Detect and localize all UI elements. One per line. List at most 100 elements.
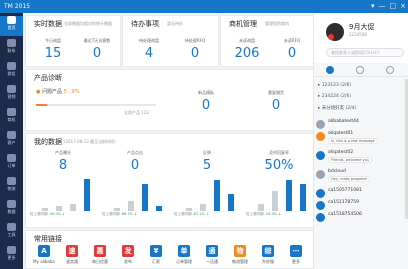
quick-link-label: 物流管理 [232,259,248,264]
sidebar-item-logistics[interactable]: 物流 [0,177,23,197]
mini-chart-bar [42,207,48,211]
sidebar-item-customers[interactable]: 客户 [0,131,23,151]
mini-chart-bar [156,205,162,211]
quick-link[interactable]: A My alibaba [32,245,56,264]
dashboard-main: 实时数据 全部数据均相对的统计数据 今日询盘 15 最近7天访客数 0 待办事项 暂… [24,14,314,269]
contact-name: ca1505771081 [328,188,362,193]
quick-link-label: 订单管理 [176,259,192,264]
problem-products-percent: 9% [71,89,80,95]
contact-item[interactable]: aliqatest02 Friends, welcome you [316,150,404,166]
metric-value: 0 [130,158,140,173]
kpi-new-template[interactable]: 新品模板 0 [176,90,236,113]
sidebar-item-tools[interactable]: 工具 [0,223,23,243]
problem-products-row[interactable]: ● 问题产品 5 , 9% [36,88,79,95]
contact-name: alibabatest44 [328,119,359,124]
close-icon[interactable]: × [400,0,406,13]
sidebar-item-label: 商机 [7,117,16,122]
trend-down-icon: ↓ [134,212,138,216]
metric-label: 产品曝光 [55,150,71,155]
quick-link-label: 一达通 [206,259,218,264]
sidebar-item-groups[interactable]: 群组 [0,62,23,82]
quick-link[interactable]: 单订单管理 [172,245,196,265]
contact-name: bdcloud [328,169,346,174]
kpi-today-inquiries[interactable]: 今日询盘 15 [34,38,72,61]
comparison-label: 较上周同期 [102,212,120,216]
contact-item[interactable]: bdcloud Hey, make progress! [316,169,404,185]
tab-contacts[interactable] [326,66,334,74]
last-message: Hey, make progress! [328,176,371,182]
metric-label: 反馈 [203,150,211,155]
contact-item[interactable]: ca1518754506 [316,212,404,228]
comparison-percent: -14.3% [264,212,278,216]
sidebar-item-more[interactable]: 更多 [0,246,23,266]
minimize-icon[interactable]: — [379,0,386,13]
kpi-pending-inquiries[interactable]: 待处理询盘 4 [127,38,171,61]
card-title: 我的数据 [34,138,62,146]
kpi-7day-visitors[interactable]: 最近7天访客数 0 [74,38,120,61]
my-data-column[interactable]: 产品点击 0 较上周同期 -66.7% ↓ [100,150,170,236]
avatar [316,201,325,210]
group-icon [7,62,16,70]
sidebar-item-business[interactable]: 商机 [0,108,23,128]
contact-search-input[interactable]: 查找联系人或群组(Ctrl+F) [326,48,404,57]
tab-groups[interactable] [356,66,364,74]
quick-link-icon: ¥ [150,245,162,257]
quick-link-label: My alibaba [33,259,55,264]
quick-link[interactable]: ¥ 汇款 [144,245,168,265]
quick-link-icon: 物 [234,245,246,257]
quick-link-icon: 发 [122,245,134,257]
contact-item[interactable]: aliqatest01 hi, this is a test message [316,131,404,147]
sidebar-item-label: 联系 [7,48,16,53]
my-data-column[interactable]: 及时回复率 50% 较上周同期 -14.3% ↓ [244,150,314,236]
quick-link[interactable]: 速速卖通 [60,245,84,265]
sidebar-item-marketing[interactable]: 营销 [0,85,23,105]
my-data-column[interactable]: 产品曝光 8 较上周同期 -50.0% ↓ [28,150,98,236]
menu-dropdown-icon[interactable]: ▾ [371,0,375,13]
sidebar-item-contacts[interactable]: 联系 [0,39,23,59]
sidebar-item-data[interactable]: 数据 [0,200,23,220]
card-subtitle: 全部数据均相对的统计数据 [64,21,112,26]
contact-name: aliqatest02 [328,150,354,155]
sidebar-item-home[interactable]: 首页 [0,16,23,36]
logistics-icon [7,177,16,185]
kpi-unread-rfq[interactable]: 未读RFQ 0 [271,38,313,61]
quick-link-label: 发布 [124,259,132,264]
sidebar-item-label: 订单 [7,163,16,168]
quick-link[interactable]: 通一达通 [200,245,224,265]
kpi-label: 最近7天访客数 [83,38,111,43]
quick-link[interactable]: ⋯ 更多 [284,245,308,265]
kpi-duplicate-listing[interactable]: 重复铺货 0 [246,90,306,113]
status-dot-icon [328,34,334,40]
card-title: 实时数据 [34,20,62,28]
sidebar-item-label: 工具 [7,232,16,237]
last-message: Friends, welcome you [328,157,372,163]
maximize-icon[interactable]: □ [390,0,397,13]
card-subtitle: 管理您的商机 [265,21,289,26]
comparison-label: 较上周同期 [30,212,48,216]
contact-group[interactable]: ▸ 234224 (2/6) [318,94,351,99]
my-data-column[interactable]: 反馈 5 较上周同期 -87.2% ↓ [172,150,242,236]
sidebar-item-orders[interactable]: 订单 [0,154,23,174]
contact-group[interactable]: ▸ 123123 (2/6) [318,83,351,88]
problem-products-label: 问题产品 [41,89,62,95]
kpi-value: 0 [287,46,297,61]
mini-chart-bar [84,178,90,211]
quick-link[interactable]: 物物流管理 [228,245,252,265]
avatar [316,120,325,129]
kpi-value: 4 [144,46,154,61]
tab-recent[interactable] [386,66,394,74]
quick-link[interactable]: 综外综服 [256,245,280,265]
mini-chart-bar [214,180,220,211]
comparison-percent: -87.2% [192,212,206,216]
title-bar: TM 2015 ▾ — □ × [0,0,408,13]
kpi-unread-inquiries[interactable]: 未读询盘 206 [225,38,269,61]
contacts-panel: 9月大促 1234568 查找联系人或群组(Ctrl+F) ▸ 123123 (… [313,13,408,269]
card-title: 常用链接 [34,235,62,243]
metric-mini-chart [106,177,166,211]
kpi-pending-rfq[interactable]: 待处理RFQ 0 [173,38,217,61]
quick-link[interactable]: 发发布 [116,245,140,265]
warning-icon: ● [36,89,41,95]
contact-group[interactable]: ▸ 未分组好友 (2/4) [318,105,356,111]
quick-link[interactable]: 惠每日优惠 [88,245,112,265]
metric-mini-chart [34,177,94,211]
